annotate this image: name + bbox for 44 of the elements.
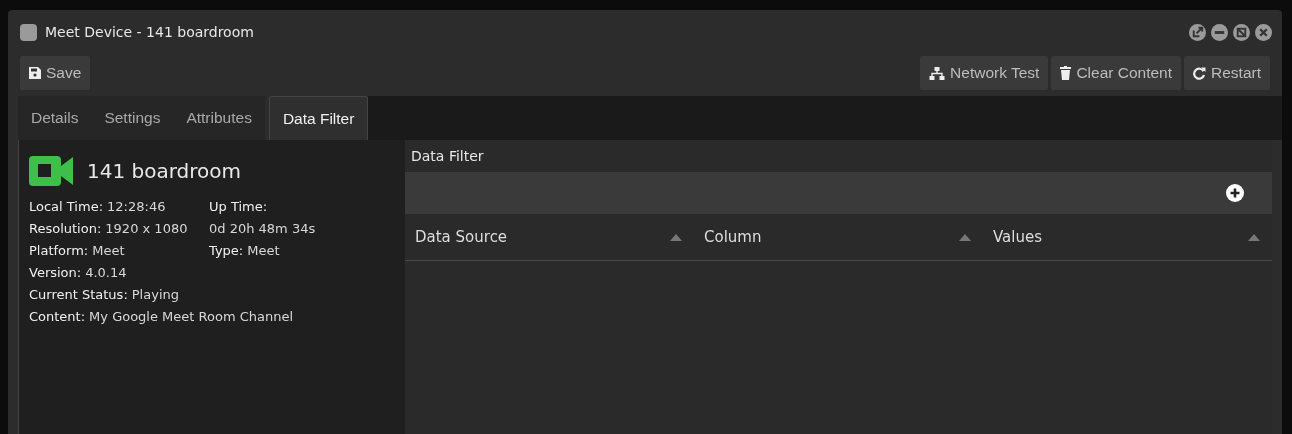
- field-label: Type:: [209, 242, 244, 260]
- tab[interactable]: Details: [18, 96, 92, 140]
- field-value: Playing: [131, 287, 179, 302]
- sort-icon: [959, 233, 971, 241]
- window-title: Meet Device - 141 boardroom: [45, 24, 254, 40]
- add-icon[interactable]: [1226, 184, 1244, 202]
- window-icon: [20, 23, 37, 41]
- close-icon[interactable]: [1255, 23, 1272, 41]
- column-header[interactable]: Values: [983, 214, 1272, 260]
- field-label: Resolution:: [29, 221, 102, 236]
- toolbar-button[interactable]: Restart: [1184, 56, 1270, 90]
- column-header[interactable]: Data Source: [405, 214, 694, 260]
- field-value: My Google Meet Room Channel: [89, 309, 294, 324]
- column-header[interactable]: Column: [694, 214, 983, 260]
- field-label: Up Time:: [209, 198, 268, 216]
- device-name: 141 boardroom: [87, 159, 242, 183]
- field-value: Meet: [92, 243, 125, 258]
- field-label: Version:: [29, 265, 82, 280]
- network-icon: [929, 66, 946, 80]
- tab[interactable]: Settings: [91, 96, 174, 140]
- field-value: 4.0.14: [85, 265, 127, 280]
- field-label: Content:: [29, 309, 86, 324]
- tab[interactable]: Attributes: [173, 96, 265, 140]
- video-camera-icon: [29, 156, 75, 186]
- field-label: Platform:: [29, 243, 89, 258]
- maximize-icon[interactable]: [1233, 23, 1250, 41]
- popout-icon[interactable]: [1189, 23, 1206, 41]
- field-value: 1920 x 1080: [105, 221, 188, 236]
- toolbar-button[interactable]: Network Test: [920, 56, 1049, 90]
- field-label: Current Status:: [29, 287, 128, 302]
- panel-title: Data Filter: [410, 147, 485, 166]
- trash-icon: [1060, 66, 1072, 80]
- floppy-icon: [29, 67, 41, 79]
- field-value: 12:28:46: [107, 199, 166, 214]
- sort-icon: [1248, 233, 1260, 241]
- toolbar-button[interactable]: Clear Content: [1051, 56, 1182, 90]
- sort-icon: [670, 233, 682, 241]
- restart-icon: [1193, 66, 1207, 80]
- field-value: 0d 20h 48m 34s: [209, 220, 316, 238]
- field-label: Local Time:: [29, 199, 104, 214]
- minimize-icon[interactable]: [1211, 23, 1228, 41]
- save-button[interactable]: Save: [20, 56, 91, 90]
- field-value: Meet: [247, 242, 280, 260]
- tab[interactable]: Data Filter: [268, 96, 369, 140]
